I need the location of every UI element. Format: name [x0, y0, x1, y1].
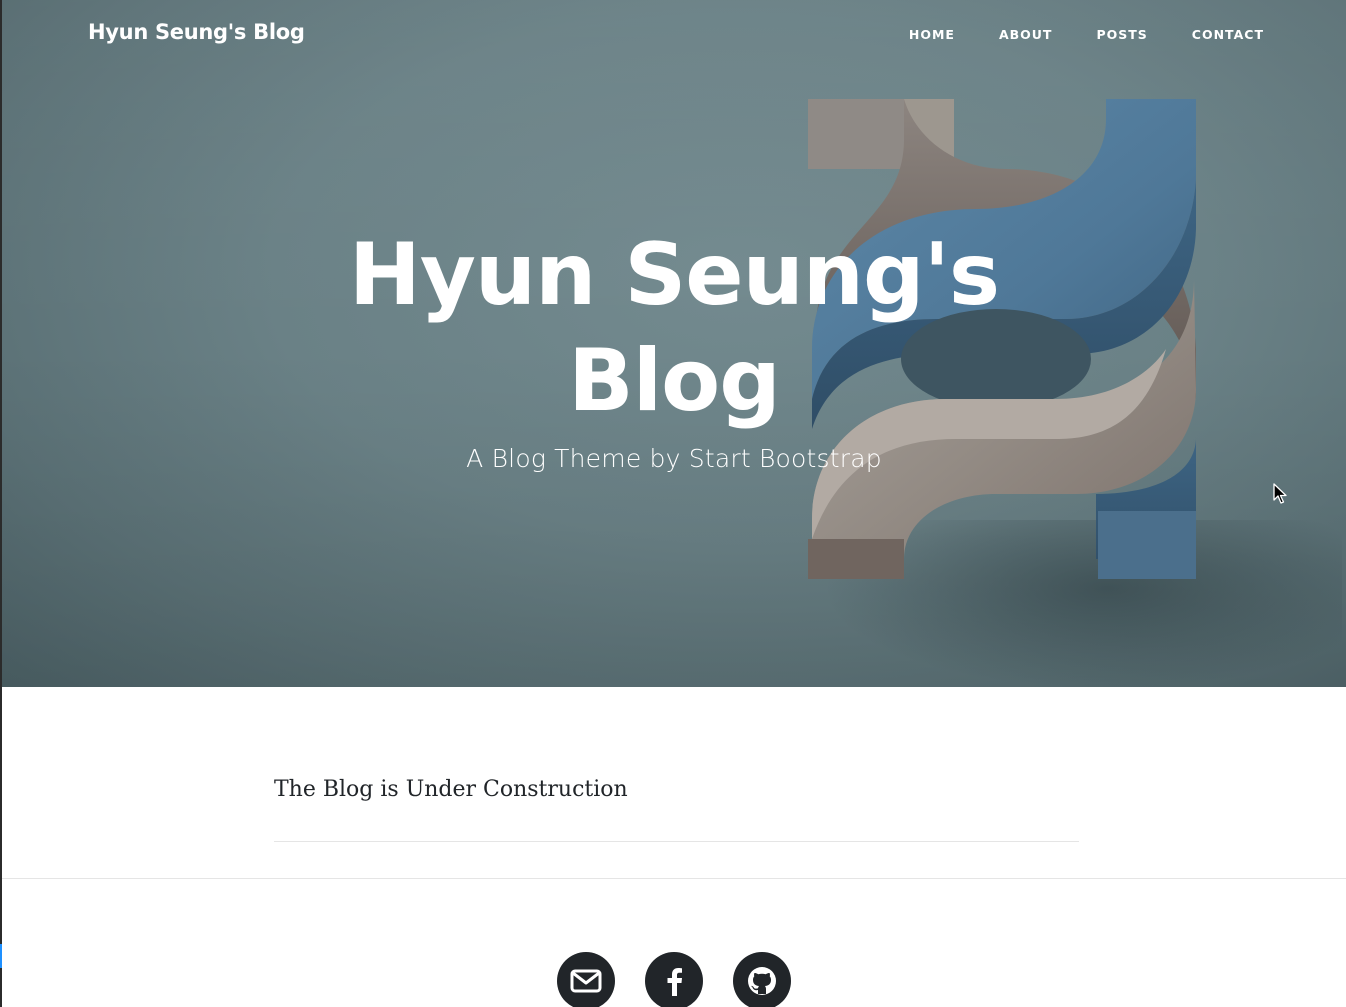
site-title: Hyun Seung's Blog	[348, 225, 1000, 431]
nav-links: HOME ABOUT POSTS CONTACT	[865, 27, 1264, 42]
facebook-icon	[667, 968, 682, 996]
email-button[interactable]	[557, 952, 615, 1007]
post-preview[interactable]: The Blog is Under Construction	[274, 777, 1079, 802]
nav-about-link[interactable]: ABOUT	[999, 27, 1053, 42]
masthead: Hyun Seung's Blog HOME ABOUT POSTS CONTA…	[2, 0, 1346, 687]
post-divider	[274, 841, 1079, 842]
post-title-link[interactable]: The Blog is Under Construction	[274, 777, 1079, 802]
navbar: Hyun Seung's Blog HOME ABOUT POSTS CONTA…	[2, 0, 1346, 70]
window-edge-accent	[0, 944, 2, 968]
site-subtitle: A Blog Theme by Start Bootstrap	[466, 444, 882, 473]
site-heading: Hyun Seung's Blog A Blog Theme by Start …	[2, 222, 1346, 473]
navbar-brand-link[interactable]: Hyun Seung's Blog	[88, 20, 305, 44]
browser-page: Hyun Seung's Blog HOME ABOUT POSTS CONTA…	[0, 0, 1346, 1007]
nav-home-link[interactable]: HOME	[909, 27, 955, 42]
envelope-icon	[570, 969, 602, 993]
github-button[interactable]	[733, 952, 791, 1007]
github-icon	[748, 967, 776, 995]
nav-posts-link[interactable]: POSTS	[1096, 27, 1147, 42]
window-edge	[0, 0, 2, 1007]
mouse-cursor-icon	[1273, 483, 1287, 504]
main-content: The Blog is Under Construction	[2, 687, 1346, 878]
facebook-button[interactable]	[645, 952, 703, 1007]
nav-contact-link[interactable]: CONTACT	[1192, 27, 1264, 42]
footer	[2, 879, 1346, 1007]
social-links	[2, 952, 1346, 1007]
